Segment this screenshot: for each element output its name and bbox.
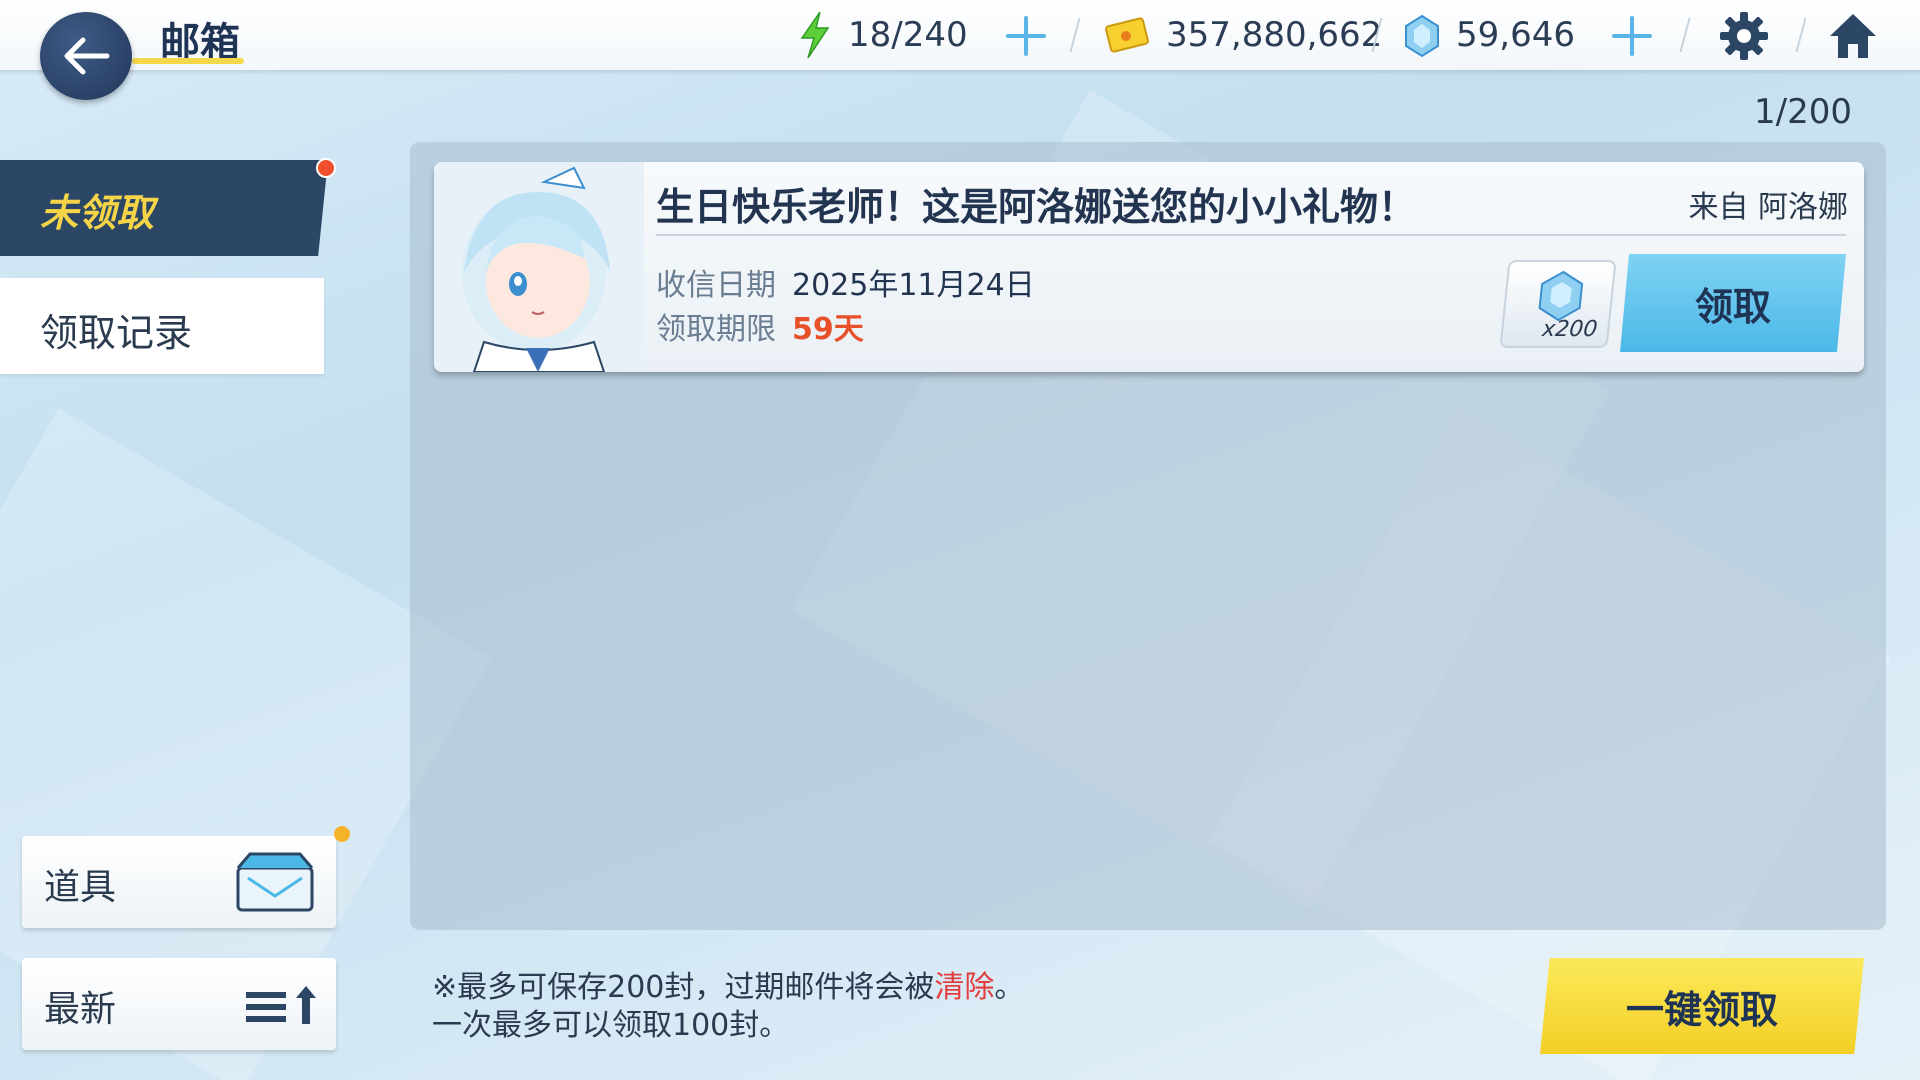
claim-limit-note: 一次最多可以领取100封。 xyxy=(432,1008,790,1043)
energy-value: 18/240 xyxy=(848,15,968,55)
claim-button[interactable]: 领取 xyxy=(1620,254,1846,352)
received-date-label: 收信日期 xyxy=(656,268,776,303)
sender-avatar xyxy=(434,162,644,372)
category-filter-label: 道具 xyxy=(44,867,117,908)
notification-dot xyxy=(316,158,336,178)
mail-item[interactable]: 生日快乐老师！这是阿洛娜送您的小小礼物！ 来自 阿洛娜 收信日期 2025年11… xyxy=(434,162,1864,372)
back-button[interactable] xyxy=(40,12,132,100)
gem-icon xyxy=(1402,14,1442,58)
divider xyxy=(656,234,1846,236)
gear-icon[interactable] xyxy=(1718,10,1770,62)
home-icon[interactable] xyxy=(1826,10,1880,62)
deadline-value: 59天 xyxy=(792,312,864,347)
sort-label: 最新 xyxy=(44,989,117,1030)
storage-note-highlight: 清除 xyxy=(934,970,995,1005)
claim-all-button[interactable]: 一键领取 xyxy=(1540,958,1864,1054)
category-filter-button[interactable]: 道具 xyxy=(22,836,336,928)
sort-icon xyxy=(244,982,324,1028)
tab-unclaimed-label: 未领取 xyxy=(40,191,155,235)
storage-note-end: 。 xyxy=(994,970,1025,1005)
reward-item[interactable]: x200 xyxy=(1499,260,1617,348)
back-arrow-icon xyxy=(64,37,110,75)
credit-card-icon xyxy=(1104,16,1150,54)
title-underline xyxy=(132,58,244,64)
lightning-icon xyxy=(798,12,832,58)
gem-icon xyxy=(1534,270,1587,322)
sort-button[interactable]: 最新 xyxy=(22,958,336,1050)
add-energy-button[interactable] xyxy=(1004,14,1048,58)
reward-quantity: x200 xyxy=(1540,317,1599,342)
gems-value: 59,646 xyxy=(1456,15,1575,55)
credits-value: 357,880,662 xyxy=(1166,15,1383,55)
mail-sender: 来自 阿洛娜 xyxy=(1688,190,1848,225)
tab-history-label: 领取记录 xyxy=(40,311,193,355)
add-gems-button[interactable] xyxy=(1610,14,1654,58)
notification-dot xyxy=(334,826,350,842)
mail-title: 生日快乐老师！这是阿洛娜送您的小小礼物！ xyxy=(656,185,1417,229)
deadline-label: 领取期限 xyxy=(656,312,776,347)
page-counter: 1/200 xyxy=(1754,92,1852,132)
received-date: 2025年11月24日 xyxy=(792,268,1035,303)
mailbox-icon xyxy=(234,850,316,914)
